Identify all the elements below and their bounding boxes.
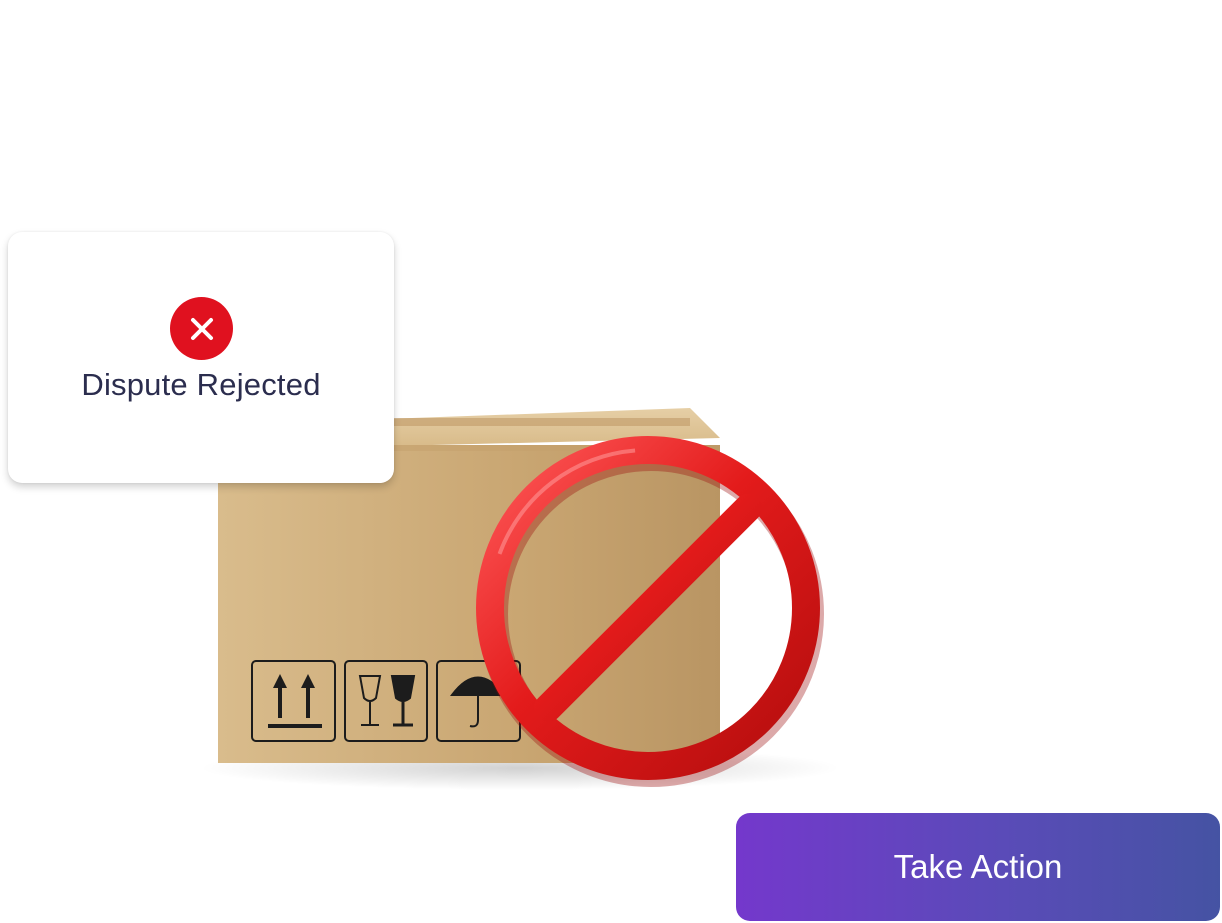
take-action-button[interactable]: Take Action bbox=[736, 813, 1220, 921]
dispute-status-card: Dispute Rejected bbox=[8, 232, 394, 483]
dispute-status-title: Dispute Rejected bbox=[81, 367, 321, 402]
page: Dispute Rejected Take Action bbox=[0, 0, 1222, 923]
close-icon bbox=[170, 297, 233, 360]
